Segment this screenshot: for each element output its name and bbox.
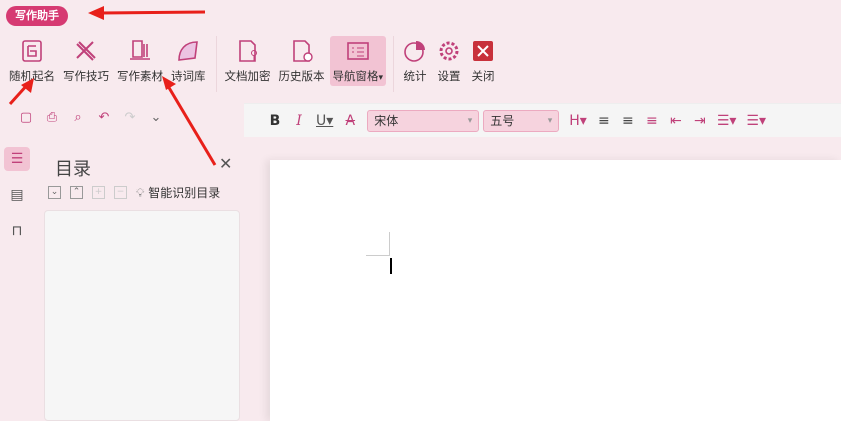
- annotation-arrows: [8, 6, 217, 166]
